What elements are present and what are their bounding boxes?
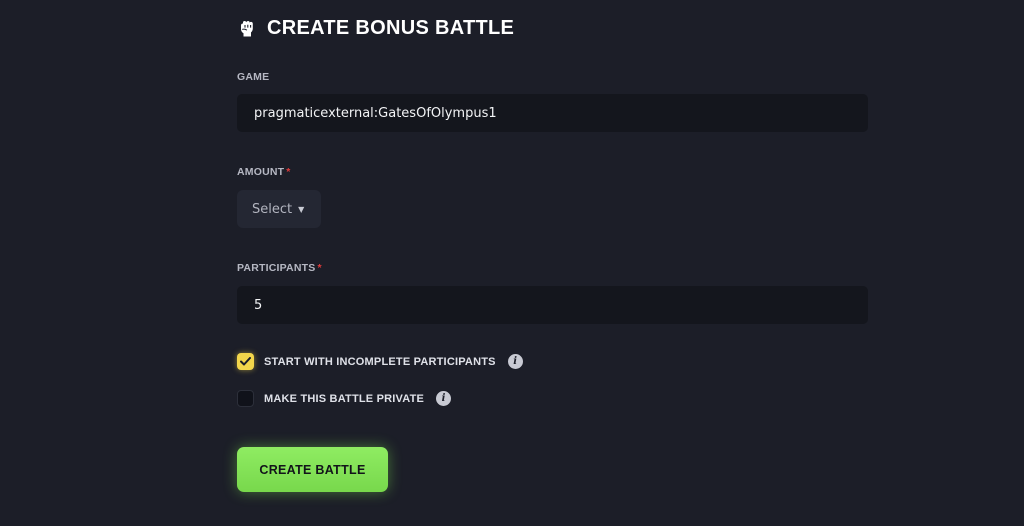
incomplete-participants-label: START WITH INCOMPLETE PARTICIPANTS (264, 355, 496, 368)
chevron-down-icon: ▼ (298, 204, 305, 214)
game-input-value: pragmaticexternal:GatesOfOlympus1 (254, 105, 497, 121)
required-mark: * (286, 166, 291, 178)
option-incomplete-participants: START WITH INCOMPLETE PARTICIPANTS i (237, 353, 523, 370)
amount-select[interactable]: Select ▼ (237, 190, 321, 228)
game-input[interactable]: pragmaticexternal:GatesOfOlympus1 (237, 94, 868, 132)
game-label: GAME (237, 71, 269, 83)
info-icon[interactable]: i (436, 391, 452, 406)
participants-input[interactable]: 5 (237, 286, 868, 324)
create-battle-button[interactable]: CREATE BATTLE (237, 447, 388, 492)
option-private-battle: MAKE THIS BATTLE PRIVATE i (237, 390, 452, 407)
participants-input-value: 5 (254, 297, 263, 313)
page-title: CREATE BONUS BATTLE (267, 17, 515, 39)
private-battle-checkbox[interactable] (237, 390, 254, 407)
game-label-text: GAME (237, 71, 270, 83)
incomplete-participants-checkbox[interactable] (237, 353, 254, 370)
required-mark: * (317, 262, 322, 274)
page-header: CREATE BONUS BATTLE (237, 17, 514, 40)
amount-select-value: Select (252, 201, 293, 217)
checkmark-icon (240, 357, 251, 366)
amount-label: AMOUNT * (237, 166, 291, 178)
info-icon[interactable]: i (507, 354, 523, 369)
amount-label-text: AMOUNT (237, 166, 285, 178)
fist-icon (237, 19, 257, 39)
create-bonus-battle-page: CREATE BONUS BATTLE GAME pragmaticextern… (0, 0, 1024, 526)
private-battle-label: MAKE THIS BATTLE PRIVATE (264, 392, 425, 405)
participants-label: PARTICIPANTS * (237, 262, 322, 274)
participants-label-text: PARTICIPANTS (237, 262, 316, 274)
